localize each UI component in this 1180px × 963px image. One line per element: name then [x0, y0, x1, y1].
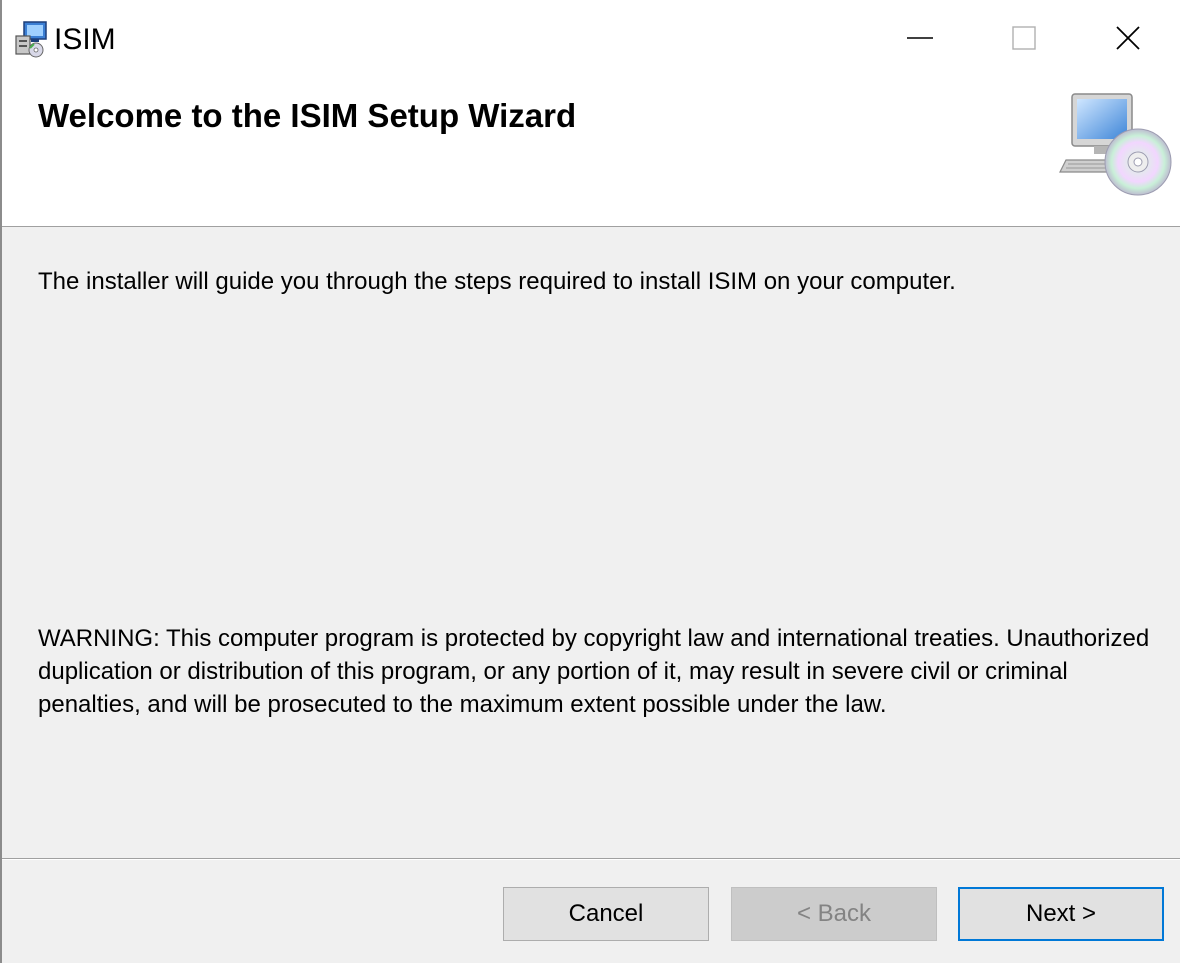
minimize-button[interactable] [868, 0, 972, 76]
cancel-button[interactable]: Cancel [503, 887, 709, 941]
installer-package-icon [15, 21, 47, 58]
computer-cd-icon [1059, 93, 1172, 196]
window-title: ISIM [54, 23, 116, 56]
copyright-warning: WARNING: This computer program is protec… [38, 625, 1150, 718]
installer-window: ISIM Welcome to the ISIM Setup Wizard Th… [0, 0, 1180, 963]
minimize-icon [907, 37, 933, 39]
maximize-button[interactable] [972, 0, 1076, 76]
back-button: < Back [731, 887, 937, 941]
close-icon [1116, 26, 1140, 50]
intro-text: The installer will guide you through the… [38, 268, 956, 295]
next-button[interactable]: Next > [958, 887, 1164, 941]
header-banner: Welcome to the ISIM Setup Wizard [2, 76, 1180, 227]
page-title: Welcome to the ISIM Setup Wizard [38, 97, 577, 134]
close-button[interactable] [1076, 0, 1180, 76]
maximize-icon [1012, 26, 1036, 50]
title-bar[interactable]: ISIM [2, 0, 1180, 76]
footer-divider-highlight [2, 859, 1180, 860]
